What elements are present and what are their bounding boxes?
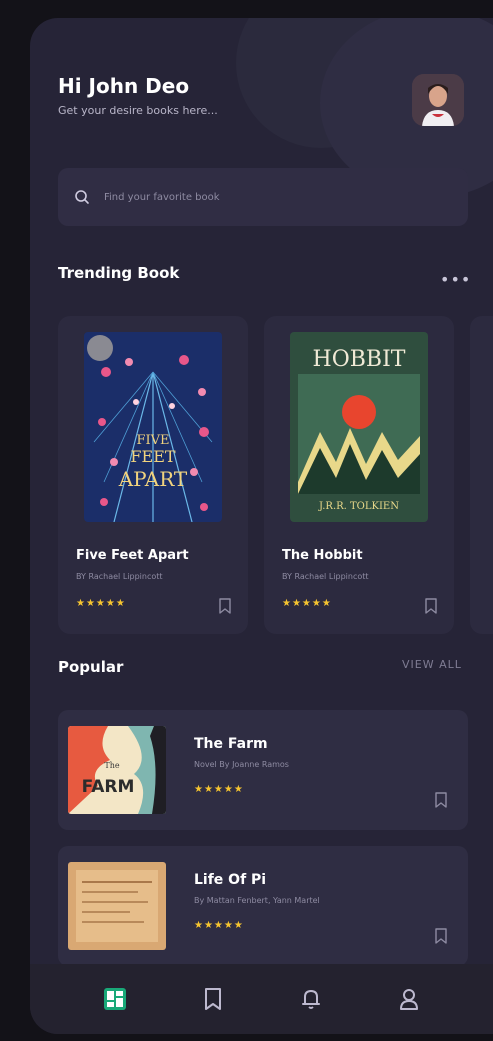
cover-text: APART (118, 467, 188, 491)
search-icon (75, 190, 89, 204)
book-author: Novel By Joanne Ramos (194, 760, 289, 769)
search-bar[interactable] (58, 168, 468, 226)
book-cover-the-farm: The FARM (68, 726, 166, 814)
phone-screen: Hi John Deo Get your desire books here..… (30, 18, 493, 1034)
cover-text: HOBBIT (313, 347, 406, 372)
bookmark-icon[interactable] (218, 598, 232, 614)
book-cover-the-hobbit: HOBBIT J.R.R. TOLKIEN (290, 332, 428, 522)
book-title: The Farm (194, 736, 268, 752)
bookmark-icon[interactable] (424, 598, 438, 614)
bookmark-icon[interactable] (200, 986, 226, 1012)
trending-more-button[interactable]: ••• (440, 270, 471, 289)
bottom-tab-bar (30, 964, 493, 1034)
bookmark-icon[interactable] (434, 792, 448, 808)
trending-title: Trending Book (58, 264, 180, 282)
book-title: The Hobbit (282, 548, 363, 563)
book-title: Five Feet Apart (76, 548, 189, 563)
cover-text: FARM (82, 777, 135, 797)
avatar-image (412, 74, 464, 126)
bookmark-icon[interactable] (434, 928, 448, 944)
dashboard-icon[interactable] (102, 986, 128, 1012)
book-cover-five-feet-apart: FIVE FEET APART (84, 332, 222, 522)
star-rating: ★★★★★ (282, 598, 332, 609)
user-icon[interactable] (396, 986, 422, 1012)
star-rating: ★★★★★ (194, 784, 244, 795)
book-author: BY Rachael Lippincott (76, 572, 163, 581)
book-author: By Mattan Fenbert, Yann Martel (194, 896, 320, 905)
trending-book-card[interactable]: FIVE FEET APART Five Feet Apart BY Racha… (58, 316, 248, 634)
search-input[interactable] (104, 191, 404, 203)
popular-book-card[interactable]: The FARM The Farm Novel By Joanne Ramos … (58, 710, 468, 830)
book-cover-life-of-pi (68, 862, 166, 950)
cover-text: The (104, 761, 119, 770)
avatar[interactable] (412, 74, 464, 126)
view-all-link[interactable]: VIEW ALL (402, 658, 462, 671)
trending-book-card[interactable]: HOBBIT J.R.R. TOLKIEN The Hobbit BY Rach… (264, 316, 454, 634)
star-rating: ★★★★★ (194, 920, 244, 931)
popular-book-card[interactable]: Life Of Pi By Mattan Fenbert, Yann Marte… (58, 846, 468, 966)
book-author: BY Rachael Lippincott (282, 572, 369, 581)
cover-text: J.R.R. TOLKIEN (318, 501, 399, 512)
cover-text: FIVE (136, 433, 169, 448)
book-title: Life Of Pi (194, 872, 267, 888)
cover-text: FEET (130, 447, 175, 466)
popular-title: Popular (58, 658, 124, 676)
star-rating: ★★★★★ (76, 598, 126, 609)
bell-icon[interactable] (298, 986, 324, 1012)
trending-book-card-partial[interactable] (470, 316, 493, 634)
